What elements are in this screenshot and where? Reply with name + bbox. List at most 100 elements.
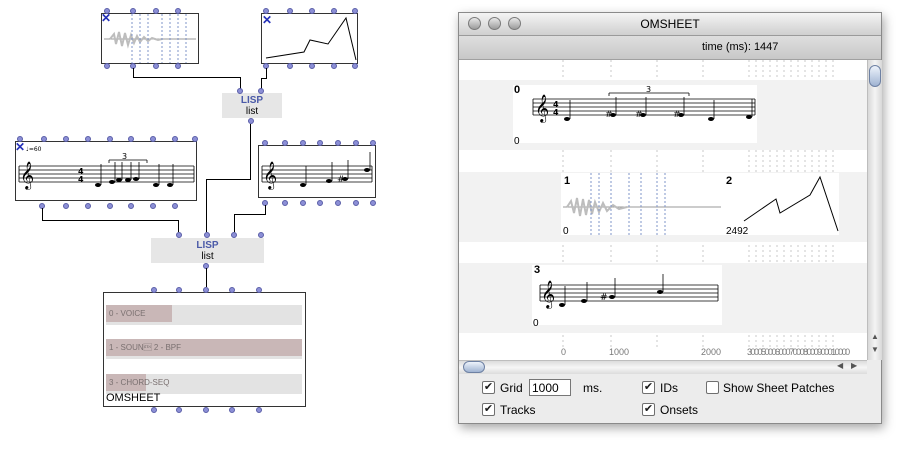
connection-wire xyxy=(266,68,267,78)
input-port[interactable] xyxy=(128,136,134,142)
voice-box[interactable]: 𝄞 4 4 3 ♩=60 xyxy=(15,141,197,201)
horizontal-scroll-thumb[interactable] xyxy=(463,361,485,373)
close-x-icon[interactable]: ✕ xyxy=(15,141,25,153)
input-port[interactable] xyxy=(258,88,264,94)
input-port[interactable] xyxy=(41,136,47,142)
sheet-chord-seq-object[interactable]: 𝄞 # xyxy=(532,265,722,325)
input-port[interactable] xyxy=(309,8,315,14)
input-port[interactable] xyxy=(204,232,210,238)
input-port[interactable] xyxy=(153,8,159,14)
lisp-list-box[interactable]: LISP list xyxy=(151,238,264,263)
input-port[interactable] xyxy=(262,140,268,146)
chord-seq-box[interactable]: 𝄞 # xyxy=(258,145,376,198)
output-port[interactable] xyxy=(85,203,91,209)
onsets-checkbox[interactable]: ✔ xyxy=(642,403,655,416)
output-port[interactable] xyxy=(63,203,69,209)
vertical-scroll-thumb[interactable] xyxy=(869,65,881,87)
horizontal-scrollbar[interactable]: ◀ ▶ xyxy=(459,360,867,374)
input-port[interactable] xyxy=(107,136,113,142)
output-port[interactable] xyxy=(107,203,113,209)
input-port[interactable] xyxy=(203,287,209,293)
output-port[interactable] xyxy=(176,407,182,413)
window-zoom-icon[interactable] xyxy=(508,17,521,30)
scroll-right-arrow-icon[interactable]: ▶ xyxy=(851,361,857,370)
input-port[interactable] xyxy=(130,8,136,14)
input-port[interactable] xyxy=(176,232,182,238)
close-x-icon[interactable]: ✕ xyxy=(101,12,111,24)
input-port[interactable] xyxy=(85,136,91,142)
output-port[interactable] xyxy=(331,63,337,69)
input-port[interactable] xyxy=(353,140,359,146)
object-onset-label: 0 xyxy=(514,136,520,147)
vertical-scrollbar[interactable]: ▲ ▼ xyxy=(867,60,882,360)
input-port[interactable] xyxy=(63,136,69,142)
output-port[interactable] xyxy=(150,203,156,209)
window-minimize-icon[interactable] xyxy=(488,17,501,30)
chord-seq-staff: 𝄞 # xyxy=(261,152,373,190)
input-port[interactable] xyxy=(300,140,306,146)
connection-wire xyxy=(234,214,235,232)
tracks-checkbox[interactable]: ✔ xyxy=(482,403,495,416)
input-port[interactable] xyxy=(263,8,269,14)
output-port[interactable] xyxy=(172,203,178,209)
output-port[interactable] xyxy=(203,407,209,413)
output-port[interactable] xyxy=(287,63,293,69)
svg-text:#: # xyxy=(673,110,681,120)
window-titlebar[interactable]: OMSHEET xyxy=(459,13,881,36)
svg-text:𝄞: 𝄞 xyxy=(535,94,549,123)
output-port[interactable] xyxy=(352,63,358,69)
sheet-sound-object[interactable] xyxy=(561,173,724,235)
input-port[interactable] xyxy=(104,8,110,14)
input-port[interactable] xyxy=(237,88,243,94)
grid-checkbox[interactable]: ✔ xyxy=(482,381,495,394)
input-port[interactable] xyxy=(256,287,262,293)
input-port[interactable] xyxy=(17,136,23,142)
output-port[interactable] xyxy=(128,203,134,209)
output-port[interactable] xyxy=(335,200,341,206)
sound-box[interactable] xyxy=(101,13,199,64)
input-port[interactable] xyxy=(175,8,181,14)
sheet-canvas[interactable]: 𝄞 4 4 # # # 3 0 0 1 0 2 2492 𝄞 # 3 0 0 1… xyxy=(459,60,867,360)
input-port[interactable] xyxy=(287,8,293,14)
sheet-voice-object[interactable]: 𝄞 4 4 # # # 3 xyxy=(513,85,757,143)
show-sheet-patches-label: Show Sheet Patches xyxy=(723,381,835,395)
input-port[interactable] xyxy=(317,140,323,146)
grid-value-input[interactable] xyxy=(529,379,571,396)
scroll-down-arrow-icon[interactable]: ▼ xyxy=(871,345,879,354)
input-port[interactable] xyxy=(229,287,235,293)
output-port[interactable] xyxy=(300,200,306,206)
input-port[interactable] xyxy=(282,140,288,146)
input-port[interactable] xyxy=(172,136,178,142)
input-port[interactable] xyxy=(192,136,198,142)
input-port[interactable] xyxy=(331,8,337,14)
output-port[interactable] xyxy=(151,407,157,413)
output-port[interactable] xyxy=(248,118,254,124)
output-port[interactable] xyxy=(370,200,376,206)
input-port[interactable] xyxy=(150,136,156,142)
lisp-list-box[interactable]: LISP list xyxy=(222,93,282,118)
input-port[interactable] xyxy=(370,140,376,146)
scroll-left-arrow-icon[interactable]: ◀ xyxy=(837,361,843,370)
output-port[interactable] xyxy=(309,63,315,69)
bpf-box[interactable] xyxy=(261,13,358,64)
scroll-up-arrow-icon[interactable]: ▲ xyxy=(871,332,879,341)
show-sheet-patches-checkbox[interactable] xyxy=(706,381,719,394)
output-port[interactable] xyxy=(104,63,110,69)
input-port[interactable] xyxy=(151,287,157,293)
window-close-icon[interactable] xyxy=(468,17,481,30)
output-port[interactable] xyxy=(282,200,288,206)
output-port[interactable] xyxy=(229,407,235,413)
output-port[interactable] xyxy=(175,63,181,69)
input-port[interactable] xyxy=(352,8,358,14)
output-port[interactable] xyxy=(256,407,262,413)
output-port[interactable] xyxy=(317,200,323,206)
output-port[interactable] xyxy=(353,200,359,206)
close-x-icon[interactable]: ✕ xyxy=(262,14,272,26)
input-port[interactable] xyxy=(231,232,237,238)
input-port[interactable] xyxy=(258,232,264,238)
output-port[interactable] xyxy=(153,63,159,69)
input-port[interactable] xyxy=(335,140,341,146)
ids-checkbox[interactable]: ✔ xyxy=(642,381,655,394)
input-port[interactable] xyxy=(176,287,182,293)
ruler-tick: 30005000600070008000900010000 xyxy=(747,347,850,357)
